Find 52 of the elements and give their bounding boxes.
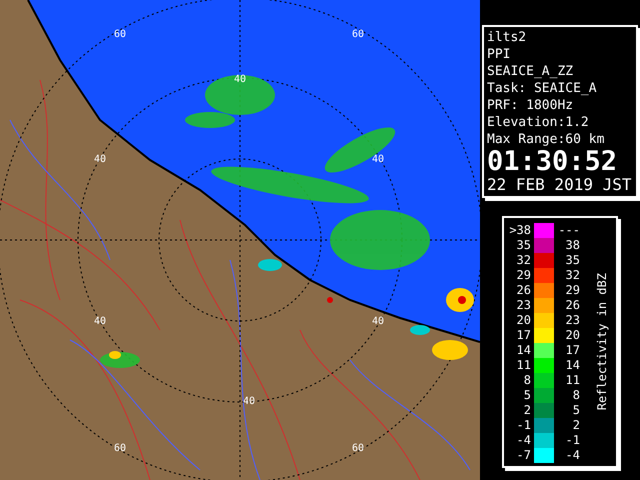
range-label: 60 bbox=[352, 443, 364, 454]
range-label: 40 bbox=[242, 396, 256, 407]
legend-high-value: 20 bbox=[564, 328, 581, 343]
legend-low-value: 17 bbox=[516, 328, 532, 343]
legend-high-value: 8 bbox=[572, 388, 581, 403]
range-label: 60 bbox=[352, 29, 364, 40]
range-label: 60 bbox=[114, 443, 126, 454]
info-line: Max Range:60 km bbox=[487, 131, 606, 148]
info-line: Elevation:1.2 bbox=[487, 114, 590, 131]
legend-low-value: 32 bbox=[516, 253, 532, 268]
legend-high-value: 32 bbox=[564, 268, 581, 283]
info-line: PRF: 1800Hz bbox=[487, 97, 574, 114]
legend-low-value: 5 bbox=[522, 388, 532, 403]
legend-high-value: 38 bbox=[564, 238, 581, 253]
legend-low-value: -4 bbox=[516, 433, 532, 448]
info-line: Task: SEAICE_A bbox=[487, 80, 598, 97]
legend-high-value: 14 bbox=[564, 358, 581, 373]
legend-low-value: 35 bbox=[516, 238, 532, 253]
legend-high-value: 29 bbox=[564, 283, 581, 298]
legend-high-value: 5 bbox=[572, 403, 581, 418]
info-line: PPI bbox=[487, 46, 512, 63]
range-label: 40 bbox=[234, 74, 246, 85]
info-line: SEAICE_A_ZZ bbox=[487, 63, 574, 80]
legend-low-value: -1 bbox=[516, 418, 532, 433]
legend-low-value: 20 bbox=[516, 313, 532, 328]
legend-low-value: 2 bbox=[522, 403, 532, 418]
legend-low-value: 26 bbox=[516, 283, 532, 298]
legend-low-value: 23 bbox=[516, 298, 532, 313]
date-text: 22 FEB 2019 JST bbox=[487, 176, 632, 194]
legend-high-value: 11 bbox=[564, 373, 581, 388]
legend-low-value: 14 bbox=[516, 343, 532, 358]
legend-high-value: --- bbox=[557, 223, 581, 238]
legend-low-value: >38 bbox=[508, 223, 532, 238]
legend-high-value: 26 bbox=[564, 298, 581, 313]
range-label: 60 bbox=[114, 29, 126, 40]
legend-high-value: 17 bbox=[564, 343, 581, 358]
legend-high-value: -1 bbox=[564, 433, 581, 448]
legend-high-value: 23 bbox=[564, 313, 581, 328]
time-text: 01:30:52 bbox=[487, 148, 618, 176]
info-line: ilts2 bbox=[487, 29, 528, 46]
legend-low-value: 11 bbox=[516, 358, 532, 373]
legend-title: Reflectivity in dBZ bbox=[594, 273, 610, 411]
legend-high-value: -4 bbox=[564, 448, 581, 463]
range-label: 40 bbox=[94, 316, 106, 327]
range-label: 40 bbox=[94, 154, 106, 165]
legend-low-value: -7 bbox=[516, 448, 532, 463]
legend-high-value: 2 bbox=[572, 418, 581, 433]
range-label: 40 bbox=[372, 316, 384, 327]
legend-low-value: 8 bbox=[522, 373, 532, 388]
legend-low-value: 29 bbox=[516, 268, 532, 283]
range-label: 40 bbox=[372, 154, 384, 165]
legend-high-value: 35 bbox=[564, 253, 581, 268]
